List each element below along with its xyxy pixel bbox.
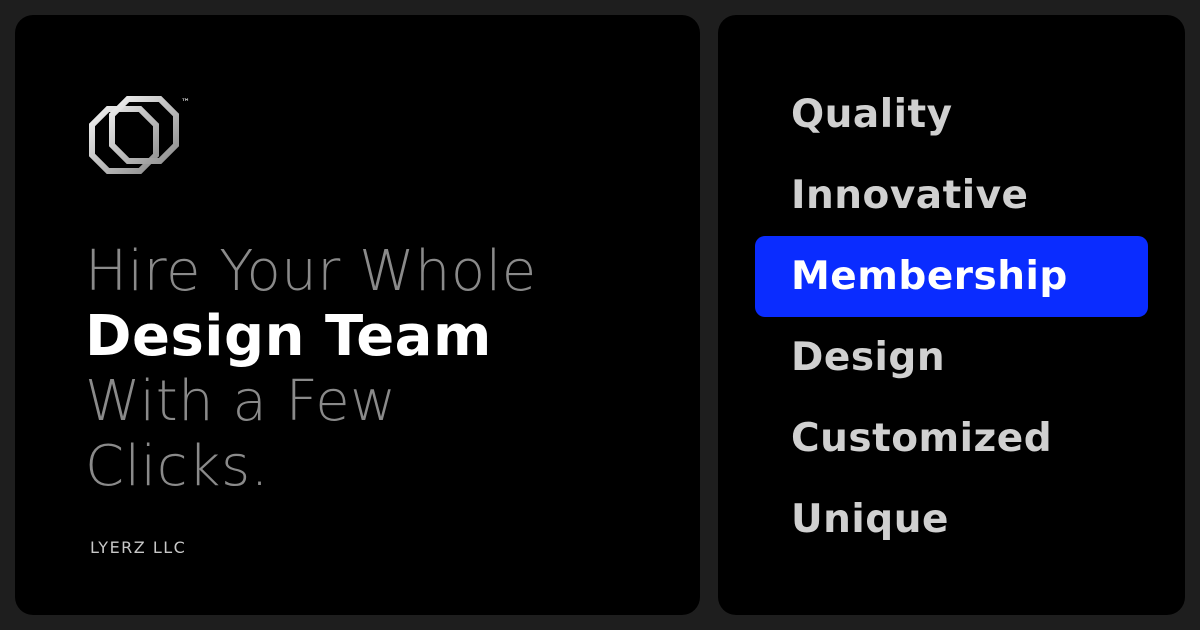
headline-line-3: With a Few [85,369,397,434]
headline: Hire Your Whole Design Team With a Few C… [85,239,685,499]
value-item-innovative: Innovative [791,173,1029,218]
value-item-design: Design [791,335,946,380]
value-item-unique: Unique [791,497,949,542]
headline-line-2: Design Team [85,304,492,369]
value-item-quality: Quality [791,92,953,137]
hero-card: ™ Hire Your Whole Design Team With a Few… [15,15,700,615]
value-list: Quality Innovative Membership Design Cus… [755,74,1148,560]
company-name: LYERZ LLC [90,538,187,557]
value-item-membership-highlighted: Membership [755,236,1148,317]
headline-line-4: Clicks. [85,434,269,499]
trademark-symbol: ™ [181,98,190,108]
headline-line-1: Hire Your Whole [85,239,537,304]
values-card: Quality Innovative Membership Design Cus… [718,15,1185,615]
lyerz-logo-icon: ™ [89,96,190,174]
value-item-customized: Customized [791,416,1053,461]
